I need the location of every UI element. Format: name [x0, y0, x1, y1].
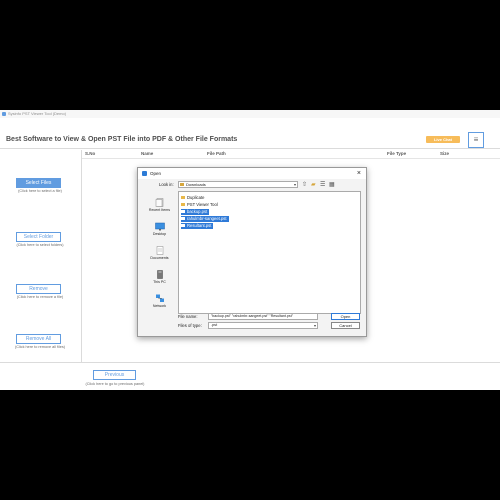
place-label: Network: [152, 304, 167, 308]
close-icon[interactable]: ×: [357, 168, 361, 179]
look-in-label: Look in:: [159, 182, 174, 187]
computer-icon: [155, 270, 165, 279]
look-in-select[interactable]: Downloads ▾: [178, 181, 298, 188]
place-desktop[interactable]: Desktop: [141, 222, 178, 236]
file-list: Duplicate PST Viewer Tool backup.pst rah…: [178, 191, 361, 314]
open-dialog: Open × Look in: Downloads ▾ ⇧ ▰ ☰ ▦ Rece…: [137, 167, 367, 337]
list-item[interactable]: rahulmbr-sangeet.pst: [181, 216, 229, 222]
network-icon: [155, 294, 165, 303]
open-button[interactable]: Open: [331, 313, 360, 320]
places-bar: Recent Items Desktop Documents This PC N…: [141, 193, 178, 313]
list-item[interactable]: Duplicate: [181, 195, 204, 201]
file-icon: [181, 224, 185, 228]
folder-icon: [181, 196, 185, 200]
place-documents[interactable]: Documents: [141, 246, 178, 260]
place-this-pc[interactable]: This PC: [141, 270, 178, 284]
documents-icon: [155, 246, 165, 255]
cancel-button[interactable]: Cancel: [331, 322, 360, 329]
place-label: This PC: [153, 280, 166, 284]
file-type-select[interactable]: .pst ▾: [208, 322, 318, 329]
folder-icon: [181, 203, 185, 207]
file-icon: [181, 217, 185, 221]
place-label: Documents: [150, 256, 169, 260]
file-name-input[interactable]: "backup.pst" "rahulmbr-sangeet.pst" "Res…: [208, 313, 318, 320]
list-item[interactable]: backup.pst: [181, 209, 210, 215]
list-item[interactable]: Resultant.pst: [181, 223, 214, 229]
place-recent-items[interactable]: Recent Items: [141, 198, 178, 212]
chevron-down-icon: ▾: [293, 182, 296, 187]
look-in-value: Downloads: [186, 182, 206, 187]
java-icon: [142, 171, 147, 176]
list-item[interactable]: PST Viewer Tool: [181, 202, 218, 208]
place-label: Recent Items: [148, 208, 171, 212]
list-view-icon[interactable]: ☰: [320, 181, 325, 188]
new-folder-icon[interactable]: ▰: [311, 181, 316, 188]
file-type-label: Files of type:: [178, 323, 202, 328]
folder-icon: [180, 183, 184, 186]
details-view-icon[interactable]: ▦: [329, 181, 335, 188]
desktop-icon: [154, 222, 165, 231]
file-type-value: .pst: [211, 323, 218, 327]
dialog-title: Open: [150, 171, 162, 176]
place-label: Desktop: [152, 232, 167, 236]
file-icon: [181, 210, 185, 214]
file-name-label: File name:: [178, 314, 198, 319]
chevron-down-icon: ▾: [313, 323, 316, 328]
recent-items-icon: [155, 198, 165, 207]
dialog-title-bar: Open ×: [138, 168, 366, 179]
up-folder-icon[interactable]: ⇧: [302, 181, 307, 188]
place-network[interactable]: Network: [141, 294, 178, 308]
